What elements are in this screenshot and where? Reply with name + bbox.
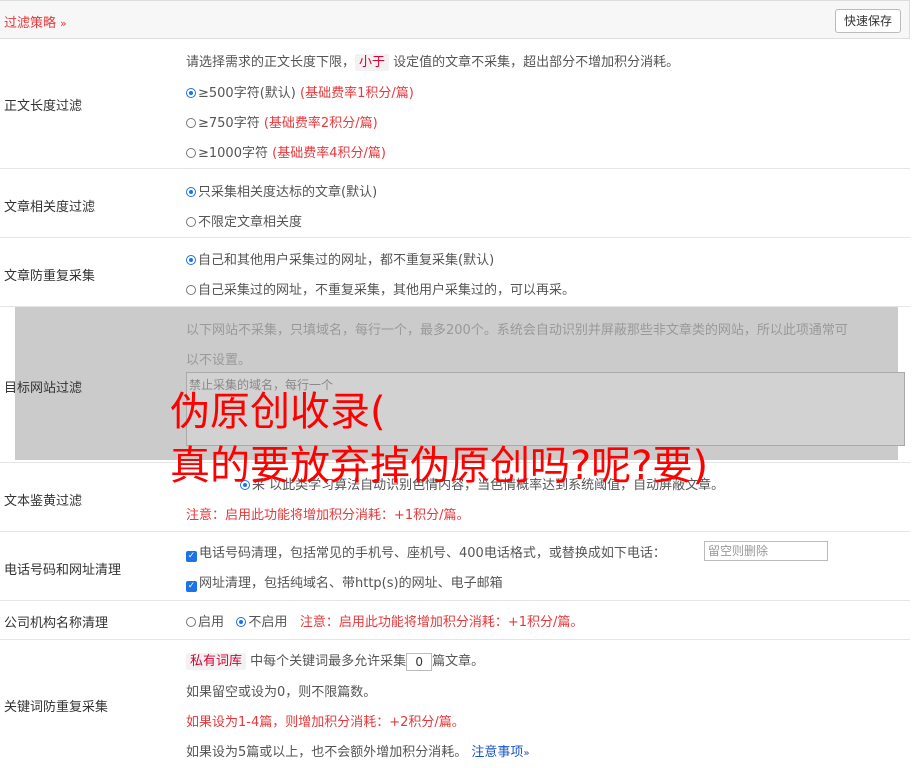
- phone-clean-option[interactable]: ✓ 电话号码清理，包括常见的手机号、座机号、400电话格式，或替换成如下电话：: [186, 542, 666, 562]
- dedup-option-self[interactable]: 自己采集过的网址，不重复采集，其他用户采集过的，可以再采。: [186, 279, 575, 298]
- keyword-line4-wrap: 如果设为5篇或以上，也不会额外增加积分消耗。 注意事项»: [186, 741, 530, 760]
- option-label: ≥1000字符: [198, 146, 268, 161]
- option-label: 只采集相关度达标的文章(默认): [198, 185, 378, 200]
- desc-text: 请选择需求的正文长度下限，: [186, 55, 356, 70]
- option-label: 自己采集过的网址，不重复采集，其他用户采集过的，可以再采。: [198, 283, 576, 298]
- url-clean-option[interactable]: ✓ 网址清理，包括纯域名、带http(s)的网址、电子邮箱: [186, 572, 503, 592]
- relevance-option-strict[interactable]: 只采集相关度达标的文章(默认): [186, 181, 377, 200]
- porn-note: 注意：启用此功能将增加积分消耗：+1积分/篇。: [186, 508, 470, 523]
- radio-icon[interactable]: [236, 617, 247, 627]
- org-note: 注意：启用此功能将增加积分消耗：+1积分/篇。: [299, 615, 584, 630]
- radio-icon[interactable]: [186, 617, 196, 627]
- watermark-line1: 伪原创收录(: [170, 389, 386, 435]
- row-keyword-dedup: 关键词防重复采集 私有词库 中每个关键词最多允许采集 0 篇文章。 如果留空或设为0…: [0, 640, 910, 768]
- checkbox-checked-icon[interactable]: ✓: [186, 551, 197, 562]
- org-clean-options: 启用 不启用 注意：启用此功能将增加积分消耗：+1积分/篇。: [186, 611, 583, 630]
- row-label: 电话号码和网址清理: [4, 563, 122, 578]
- option-label: 网址清理，包括纯域名、带http(s)的网址、电子邮箱: [199, 576, 503, 591]
- radio-icon[interactable]: [186, 217, 196, 227]
- replacement-phone-input[interactable]: 留空则删除: [704, 541, 828, 561]
- keyword-limit-line: 私有词库 中每个关键词最多允许采集 0 篇文章。: [186, 650, 484, 671]
- row-relevance-filter: 文章相关度过滤 只采集相关度达标的文章(默认) 不限定文章相关度: [0, 169, 910, 238]
- org-option-disable[interactable]: 不启用: [236, 615, 287, 630]
- keyword-line2: 如果留空或设为0，则不限篇数。: [186, 685, 377, 700]
- desc-text: 设定值的文章不采集，超出部分不增加积分消耗。: [393, 55, 680, 70]
- section-title-text: 过滤策略: [4, 16, 57, 31]
- row-label: 文章相关度过滤: [4, 200, 96, 215]
- row-dedup-filter: 文章防重复采集 自己和其他用户采集过的网址，都不重复采集(默认) 自己采集过的网…: [0, 238, 910, 307]
- chevron-down-icon[interactable]: »: [60, 17, 67, 30]
- radio-icon[interactable]: [186, 187, 196, 197]
- row-label: 正文长度过滤: [4, 99, 83, 114]
- input-placeholder: 留空则删除: [708, 544, 769, 558]
- overlay-watermark-text: 伪原创收录( 真的要放弃掉伪原创吗?呢?要): [170, 385, 708, 493]
- notes-link-text: 注意事项: [471, 745, 524, 760]
- row-org-clean: 公司机构名称清理 启用 不启用 注意：启用此功能将增加积分消耗：+1积分/篇。: [0, 601, 910, 640]
- chevron-down-icon: »: [523, 748, 530, 759]
- option-label: 电话号码清理，包括常见的手机号、座机号、400电话格式，或替换成如下电话：: [199, 546, 666, 561]
- option-note: (基础费率4积分/篇): [272, 146, 386, 161]
- option-note: (基础费率2积分/篇): [263, 116, 378, 131]
- keyword-line4: 如果设为5篇或以上，也不会额外增加积分消耗。: [186, 745, 468, 760]
- notes-link[interactable]: 注意事项»: [471, 745, 529, 760]
- relevance-option-any[interactable]: 不限定文章相关度: [186, 211, 302, 230]
- keyword-line3: 如果设为1-4篇，则增加积分消耗：+2积分/篇。: [186, 715, 465, 730]
- row-length-filter: 正文长度过滤 请选择需求的正文长度下限， 小于 设定值的文章不采集，超出部分不增加…: [0, 39, 910, 169]
- option-label: 不启用: [248, 615, 288, 630]
- quick-save-button[interactable]: 快速保存: [834, 9, 901, 33]
- row-label: 公司机构名称清理: [4, 616, 109, 631]
- row-label: 关键词防重复采集: [4, 700, 109, 715]
- row-label: 文章防重复采集: [4, 269, 96, 284]
- watermark-line2: 真的要放弃掉伪原创吗?呢?要): [170, 443, 709, 489]
- filter-strategy-header: 过滤策略» 快速保存: [0, 0, 910, 39]
- radio-icon[interactable]: [186, 285, 196, 295]
- length-option-750[interactable]: ≥750字符 (基础费率2积分/篇): [186, 112, 378, 131]
- option-label: 不限定文章相关度: [198, 215, 303, 230]
- option-note: (基础费率1积分/篇): [300, 86, 414, 101]
- row-label: 目标网站过滤: [4, 381, 83, 396]
- private-lexicon-link[interactable]: 私有词库: [186, 653, 247, 670]
- radio-icon[interactable]: [186, 255, 196, 265]
- keyword-limit-input[interactable]: 0: [406, 652, 433, 671]
- option-label: ≥750字符: [198, 116, 260, 131]
- org-option-enable[interactable]: 启用: [186, 615, 224, 630]
- length-option-1000[interactable]: ≥1000字符 (基础费率4积分/篇): [186, 142, 386, 161]
- radio-icon[interactable]: [186, 88, 196, 98]
- length-option-500[interactable]: ≥500字符(默认) (基础费率1积分/篇): [186, 82, 414, 101]
- checkbox-checked-icon[interactable]: ✓: [186, 581, 197, 592]
- option-label: 启用: [198, 615, 225, 630]
- row-label: 文本鉴黄过滤: [4, 494, 83, 509]
- length-desc: 请选择需求的正文长度下限， 小于 设定值的文章不采集，超出部分不增加积分消耗。: [186, 51, 680, 71]
- site-desc-line2: 以不设置。: [186, 353, 252, 368]
- dedup-option-all[interactable]: 自己和其他用户采集过的网址，都不重复采集(默认): [186, 249, 494, 268]
- radio-icon[interactable]: [186, 148, 196, 158]
- site-desc-line1: 以下网站不采集，只填域名，每行一个，最多200个。系统会自动识别并屏蔽那些非文章…: [186, 323, 848, 338]
- option-label: ≥500字符(默认): [198, 86, 296, 101]
- desc-tag: 小于: [355, 54, 390, 71]
- option-label: 自己和其他用户采集过的网址，都不重复采集(默认): [198, 253, 495, 268]
- limit-text: 篇文章。: [432, 654, 485, 669]
- section-title[interactable]: 过滤策略»: [4, 12, 67, 31]
- limit-text: 中每个关键词最多允许采集: [250, 654, 407, 669]
- radio-icon[interactable]: [186, 118, 196, 128]
